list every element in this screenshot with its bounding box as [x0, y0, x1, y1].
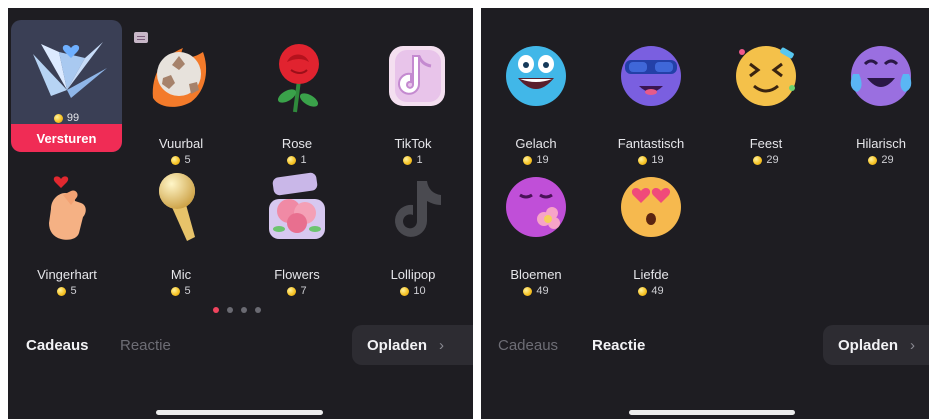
chevron-right-icon: › — [910, 336, 916, 354]
rose-icon — [277, 44, 319, 113]
coin-icon — [868, 155, 878, 165]
gift-item-vuurbal[interactable]: Vuurbal 5 — [126, 36, 236, 166]
finger-heart-icon — [49, 176, 86, 240]
reaction-price: 19 — [523, 154, 549, 166]
home-indicator[interactable] — [629, 410, 795, 415]
reaction-price: 49 — [638, 285, 664, 297]
gift-name: Rose — [281, 136, 313, 151]
gift-price: 1 — [403, 154, 423, 166]
microphone-icon — [159, 173, 195, 241]
coin-icon — [287, 286, 297, 296]
party-face-icon — [736, 46, 796, 106]
page-dot[interactable] — [227, 307, 233, 313]
reaction-panel: Gelach 19 Fantastisch 19 Feest 29 Hilari… — [481, 8, 929, 419]
tab-cadeaus[interactable]: Cadeaus — [26, 337, 89, 354]
tab-cadeaus[interactable]: Cadeaus — [498, 337, 558, 354]
tab-reactie[interactable]: Reactie — [592, 337, 645, 354]
crying-laughing-face-icon — [850, 46, 912, 106]
tiktok-logo-icon — [395, 181, 441, 237]
gift-item-lollipop[interactable]: Lollipop 10 — [358, 167, 468, 297]
gift-name: Lollipop — [390, 267, 436, 282]
selected-gift-card[interactable]: 99 Versturen — [11, 20, 122, 152]
coin-icon — [403, 155, 413, 165]
gift-price: 5 — [57, 285, 77, 297]
reaction-price: 49 — [523, 285, 549, 297]
coin-icon — [57, 286, 67, 296]
reaction-item-gelach[interactable]: Gelach 19 — [481, 36, 591, 166]
gift-item-tiktok[interactable]: TikTok 1 — [358, 36, 468, 166]
reaction-name: Liefde — [633, 267, 669, 282]
reaction-name: Bloemen — [510, 267, 562, 282]
gift-price: 5 — [171, 285, 191, 297]
selected-gift-price: 99 — [11, 112, 122, 124]
paper-crane-icon — [33, 42, 107, 98]
flower-box-icon — [269, 172, 325, 239]
recharge-label: Opladen — [367, 336, 428, 354]
heart-eyes-face-icon — [621, 177, 681, 237]
coin-icon — [287, 155, 297, 165]
coin-icon — [53, 113, 63, 123]
gift-name: TikTok — [394, 136, 432, 151]
coin-icon — [400, 286, 410, 296]
reaction-price: 29 — [753, 154, 779, 166]
reaction-name: Hilarisch — [856, 136, 906, 151]
reaction-item-liefde[interactable]: Liefde 49 — [596, 167, 706, 297]
coin-icon — [523, 286, 533, 296]
gift-price: 5 — [171, 154, 191, 166]
coin-icon — [171, 286, 181, 296]
gift-item-mic[interactable]: Mic 5 — [126, 167, 236, 297]
gift-panel: 99 Versturen Vuurbal 5 Rose 1 TikTok 1 V… — [8, 8, 473, 419]
gift-name: Vingerhart — [37, 267, 97, 282]
chevron-right-icon: › — [439, 336, 445, 354]
reaction-item-feest[interactable]: Feest 29 — [711, 36, 821, 166]
gift-price: 10 — [400, 285, 426, 297]
page-dot[interactable] — [255, 307, 261, 313]
gift-name: Mic — [170, 267, 192, 282]
page-indicator — [213, 307, 261, 313]
reaction-item-hilarisch[interactable]: Hilarisch 29 — [826, 36, 929, 166]
coin-icon — [753, 155, 763, 165]
reaction-name: Feest — [749, 136, 783, 151]
gift-price: 7 — [287, 285, 307, 297]
gift-item-vingerhart[interactable]: Vingerhart 5 — [12, 167, 122, 297]
reaction-price: 19 — [638, 154, 664, 166]
home-indicator[interactable] — [156, 410, 323, 415]
gift-price: 1 — [287, 154, 307, 166]
coin-icon — [171, 155, 181, 165]
coin-icon — [638, 155, 648, 165]
reaction-item-bloemen[interactable]: Bloemen 49 — [481, 167, 591, 297]
flower-face-icon — [506, 177, 566, 237]
recharge-button[interactable]: Opladen › — [352, 325, 473, 365]
recharge-button[interactable]: Opladen › — [823, 325, 929, 365]
gift-name: Vuurbal — [158, 136, 204, 151]
reaction-item-fantastisch[interactable]: Fantastisch 19 — [596, 36, 706, 166]
reaction-name: Fantastisch — [617, 136, 685, 151]
gift-name: Flowers — [274, 267, 320, 282]
coin-icon — [523, 155, 533, 165]
page-dot[interactable] — [241, 307, 247, 313]
gift-item-flowers[interactable]: Flowers 7 — [242, 167, 352, 297]
reaction-price: 29 — [868, 154, 894, 166]
tab-reactie[interactable]: Reactie — [120, 337, 171, 354]
send-button[interactable]: Versturen — [11, 124, 122, 152]
recharge-label: Opladen — [838, 336, 899, 354]
cool-sunglasses-face-icon — [621, 46, 681, 106]
reaction-name: Gelach — [515, 136, 557, 151]
laughing-face-icon — [506, 46, 566, 106]
fireball-icon — [152, 48, 207, 107]
gift-item-rose[interactable]: Rose 1 — [242, 36, 352, 166]
coin-icon — [638, 286, 648, 296]
page-dot[interactable] — [213, 307, 219, 313]
tiktok-note-icon — [389, 46, 445, 106]
